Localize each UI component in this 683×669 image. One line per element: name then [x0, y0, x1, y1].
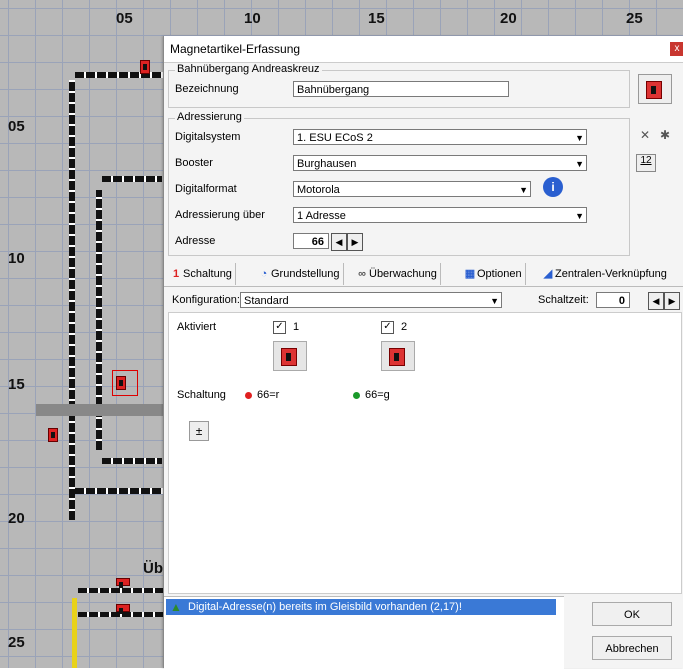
edit-switching-icon[interactable]: ± [189, 421, 209, 441]
signal-icon[interactable] [116, 604, 130, 614]
digitalformat-select[interactable]: Motorola ▼ [293, 181, 531, 197]
output2-number: 2 [401, 321, 408, 333]
schaltzeit-input[interactable]: 0 [596, 292, 630, 308]
red-status-dot [245, 392, 252, 399]
booster-value: Burghausen [297, 158, 357, 170]
col-label-10: 10 [244, 10, 261, 27]
green-status-dot [353, 392, 360, 399]
row-label-25: 25 [8, 634, 25, 651]
options-icon: ▦ [464, 268, 476, 280]
chevron-down-icon: ▼ [575, 159, 584, 169]
adresse-input[interactable]: 66 [293, 233, 329, 249]
article-type-button[interactable] [638, 74, 672, 104]
konfiguration-label: Konfiguration: [172, 294, 240, 306]
col-label-20: 20 [500, 10, 517, 27]
decrement-icon[interactable]: ◀ [648, 292, 664, 310]
adressierung-label: Adressierung über [175, 209, 265, 221]
selection-marker [112, 370, 138, 396]
level-crossing[interactable] [36, 404, 163, 416]
chevron-down-icon: ▼ [519, 185, 528, 195]
tab-optionen[interactable]: ▦ Optionen [460, 263, 526, 285]
output1-checkbox[interactable]: ✓ [273, 321, 286, 334]
digitalformat-value: Motorola [297, 184, 340, 196]
booster-select[interactable]: Burghausen ▼ [293, 155, 587, 171]
schaltung-panel: Aktiviert ✓ 1 ✓ 2 Schaltung 66=r 66=g ± [168, 312, 682, 594]
address-tool-icon[interactable]: ✕ [640, 128, 656, 144]
crossing-signal-icon [646, 81, 662, 99]
konfiguration-value: Standard [244, 295, 289, 307]
decrement-icon[interactable]: ◀ [331, 233, 347, 251]
tab-bar: 1 Schaltung ◔ Grundstellung ∞ Überwachung ▦… [164, 260, 683, 287]
output1-address: 66=r [257, 389, 280, 401]
row-label-15: 15 [8, 376, 25, 393]
konfiguration-select[interactable]: Standard ▼ [240, 292, 502, 308]
output2-address: 66=g [365, 389, 390, 401]
increment-icon[interactable]: ▶ [347, 233, 363, 251]
dialog-title: Magnetartikel-Erfassung [170, 42, 301, 56]
warning-icon: ▲ [170, 600, 182, 614]
adressierung-value: 1 Adresse [297, 210, 346, 222]
col-label-05: 05 [116, 10, 133, 27]
group-bahnuebergang: Bahnübergang Andreaskreuz Bezeichnung Ba… [168, 63, 630, 108]
chevron-down-icon: ▼ [490, 296, 499, 306]
home-position-icon: ◔ [260, 268, 268, 280]
schaltung-label: Schaltung [177, 389, 226, 401]
schaltzeit-label: Schaltzeit: [538, 294, 589, 306]
ok-button[interactable]: OK [592, 602, 672, 626]
bezeichnung-label: Bezeichnung [175, 83, 239, 95]
track-segment[interactable] [102, 176, 162, 182]
row-label-10: 10 [8, 250, 25, 267]
digitalformat-label: Digitalformat [175, 183, 237, 195]
increment-icon[interactable]: ▶ [664, 292, 680, 310]
group-title: Adressierung [175, 111, 244, 123]
signal-icon[interactable] [48, 428, 58, 442]
digitalsystem-select[interactable]: 1. ESU ECoS 2 ▼ [293, 129, 587, 145]
digitalsystem-value: 1. ESU ECoS 2 [297, 132, 373, 144]
message-list: Digital-Adresse(n) bereits im Gleisbild … [164, 596, 564, 669]
signal-icon[interactable] [116, 578, 130, 588]
adresse-label: Adresse [175, 235, 216, 247]
status-message[interactable]: Digital-Adresse(n) bereits im Gleisbild … [166, 599, 556, 615]
address-number-icon[interactable]: 12 [636, 154, 656, 172]
aktiviert-label: Aktiviert [177, 321, 217, 333]
signal-icon[interactable] [140, 60, 150, 74]
output1-switch-button[interactable] [273, 341, 307, 371]
close-button[interactable]: x [670, 42, 683, 56]
switching-icon: 1 [172, 268, 180, 280]
info-icon[interactable]: i [543, 177, 563, 197]
col-label-15: 15 [368, 10, 385, 27]
partial-text-label: Üb [143, 560, 163, 577]
chevron-down-icon: ▼ [575, 211, 584, 221]
magnetartikel-dialog: Magnetartikel-Erfassung x Bahnübergang A… [163, 36, 683, 669]
tab-grundstellung[interactable]: ◔ Grundstellung [254, 263, 344, 285]
track-segment[interactable] [69, 80, 75, 520]
track-segment[interactable] [75, 488, 163, 494]
booster-label: Booster [175, 157, 213, 169]
cancel-button[interactable]: Abbrechen [592, 636, 672, 660]
tab-zentralen-verknuepfung[interactable]: ◢ Zentralen-Verknüpfung [538, 263, 670, 285]
output2-switch-button[interactable] [381, 341, 415, 371]
output2-checkbox[interactable]: ✓ [381, 321, 394, 334]
binoculars-icon: ∞ [358, 268, 366, 280]
col-label-25: 25 [626, 10, 643, 27]
output1-number: 1 [293, 321, 300, 333]
row-label-05: 05 [8, 118, 25, 135]
address-search-icon[interactable]: ✱ [660, 128, 676, 144]
tab-schaltung[interactable]: 1 Schaltung [166, 263, 236, 285]
crossing-signal-icon [281, 348, 297, 366]
chevron-down-icon: ▼ [575, 133, 584, 143]
group-title: Bahnübergang Andreaskreuz [175, 63, 322, 75]
row-label-20: 20 [8, 510, 25, 527]
crossing-signal-icon [389, 348, 405, 366]
track-segment[interactable] [72, 598, 77, 668]
digitalsystem-label: Digitalsystem [175, 131, 241, 143]
link-icon: ◢ [543, 268, 553, 280]
track-segment[interactable] [78, 588, 163, 593]
tab-ueberwachung[interactable]: ∞ Überwachung [352, 263, 441, 285]
adressierung-select[interactable]: 1 Adresse ▼ [293, 207, 587, 223]
dialog-titlebar[interactable]: Magnetartikel-Erfassung x [164, 36, 683, 63]
bezeichnung-input[interactable]: Bahnübergang [293, 81, 509, 97]
track-segment[interactable] [102, 458, 162, 464]
group-adressierung: Adressierung Digitalsystem 1. ESU ECoS 2… [168, 111, 630, 256]
